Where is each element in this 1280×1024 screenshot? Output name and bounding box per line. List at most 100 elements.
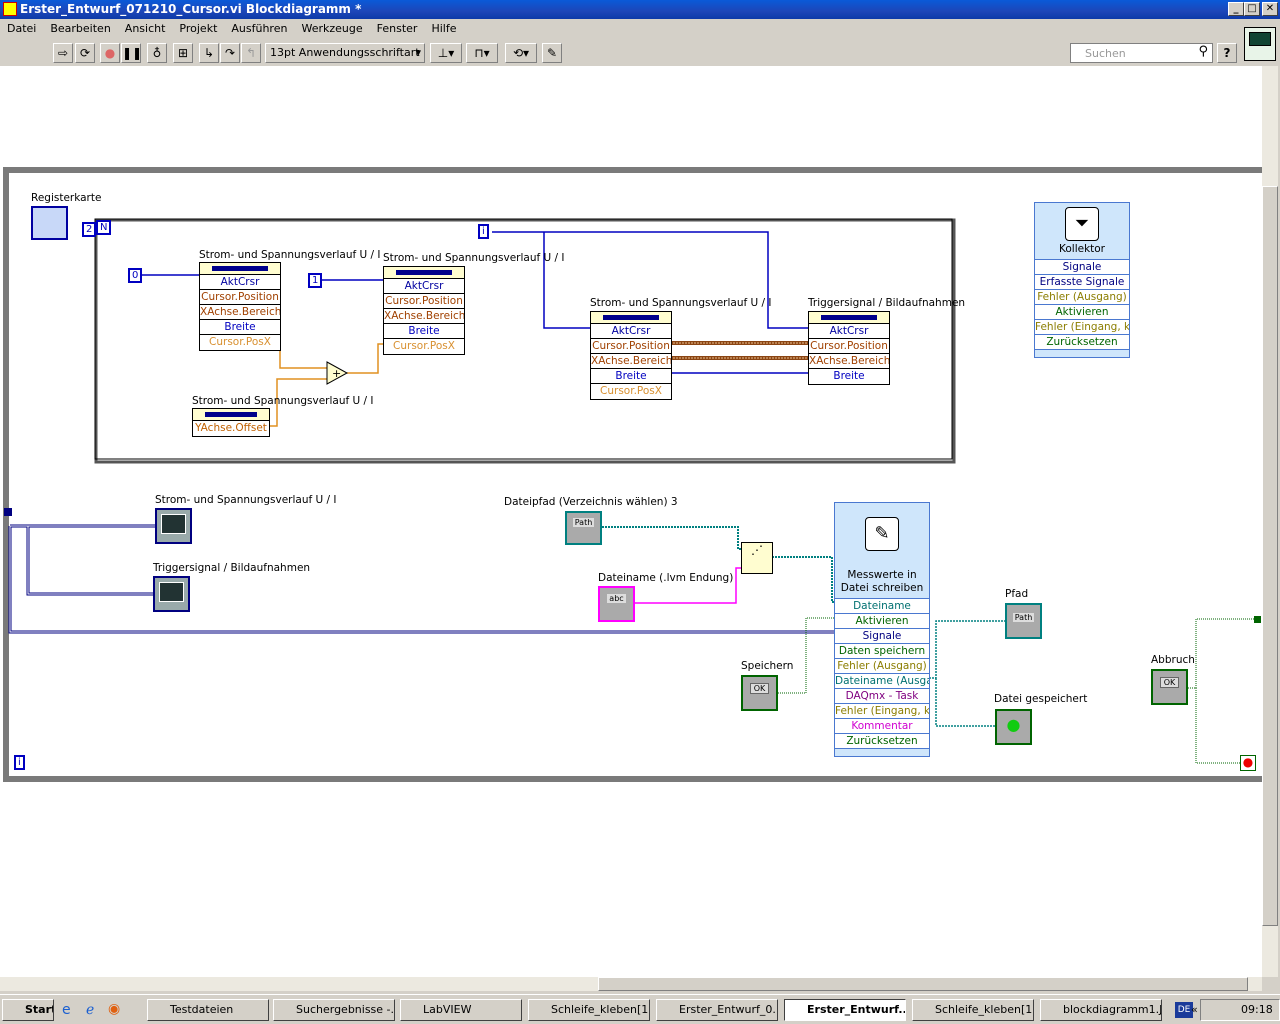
path-indicator-terminal[interactable]: Path	[1005, 603, 1042, 639]
run-continuously-icon[interactable]: ⟳	[75, 43, 95, 63]
taskbar-item[interactable]: Suchergebnisse -...	[273, 999, 395, 1021]
firefox-icon[interactable]: ◉	[108, 1001, 120, 1017]
property-node-1[interactable]: AktCrsr Cursor.Position XAchse.Bereich B…	[199, 262, 281, 351]
property-row[interactable]: Cursor.PosX	[591, 384, 671, 399]
express-vi-row[interactable]: Fehler (Eingang, k	[835, 703, 929, 718]
property-row[interactable]: Cursor.PosX	[200, 335, 280, 350]
menu-bearbeiten[interactable]: Bearbeiten	[43, 20, 117, 40]
express-vi-row[interactable]: Dateiname	[835, 598, 929, 613]
step-into-icon[interactable]: ↳	[199, 43, 219, 63]
taskbar-item-active[interactable]: Erster_Entwurf...	[784, 999, 906, 1021]
numeric-constant-1[interactable]: 1	[308, 273, 323, 288]
menu-fenster[interactable]: Fenster	[370, 20, 425, 40]
taskbar-item[interactable]: Testdateien	[147, 999, 269, 1021]
minimize-button[interactable]: _	[1228, 2, 1244, 16]
property-row[interactable]: XAchse.Bereich	[591, 354, 671, 369]
ie-icon[interactable]: e	[62, 1002, 71, 1018]
stop-condition-icon[interactable]: ●	[1240, 755, 1256, 771]
step-out-icon[interactable]: ↰	[241, 43, 261, 63]
file-saved-led-terminal[interactable]: ●	[995, 709, 1032, 745]
express-vi-row[interactable]: Erfasste Signale	[1035, 274, 1129, 289]
start-button[interactable]: Start	[2, 999, 54, 1021]
font-select[interactable]: 13pt Anwendungsschriftart ▾	[265, 43, 425, 63]
property-row[interactable]: YAchse.Offset	[193, 421, 269, 436]
vi-icon[interactable]	[1244, 27, 1276, 61]
distribute-icon[interactable]: ⊓▾	[466, 43, 498, 63]
express-vi-row[interactable]: Aktivieren	[1035, 304, 1129, 319]
align-icon[interactable]: ⊥▾	[430, 43, 462, 63]
search-icon[interactable]: ⚲	[1198, 44, 1208, 59]
property-row[interactable]: Breite	[200, 320, 280, 335]
express-vi-row[interactable]: DAQmx - Task	[835, 688, 929, 703]
express-vi-row[interactable]: Signale	[835, 628, 929, 643]
abort-button-terminal[interactable]: OK	[1151, 669, 1188, 705]
express-vi-row[interactable]: Fehler (Eingang, k	[1035, 319, 1129, 334]
menu-ausfuehren[interactable]: Ausführen	[224, 20, 294, 40]
property-row[interactable]: Cursor.PosX	[384, 339, 464, 354]
waveform-graph-terminal[interactable]	[153, 576, 190, 612]
maximize-button[interactable]: □	[1244, 2, 1260, 16]
express-vi-row[interactable]: Fehler (Ausgang)	[835, 658, 929, 673]
menu-ansicht[interactable]: Ansicht	[118, 20, 173, 40]
close-button[interactable]: ✕	[1262, 2, 1278, 16]
abort-icon[interactable]: ●	[100, 43, 120, 63]
property-row[interactable]: Breite	[809, 369, 889, 384]
kollektor-express-vi[interactable]: ⏷ Kollektor Signale Erfasste Signale Feh…	[1034, 202, 1130, 358]
reorder-icon[interactable]: ⟲▾	[505, 43, 537, 63]
cleanup-icon[interactable]: ✎	[542, 43, 562, 63]
retain-wire-values-icon[interactable]: ⊞	[173, 43, 193, 63]
property-row[interactable]: Breite	[591, 369, 671, 384]
taskbar-item[interactable]: Schleife_kleben[1...	[528, 999, 650, 1021]
menu-datei[interactable]: Datei	[0, 20, 43, 40]
express-vi-row[interactable]: Daten speichern	[835, 643, 929, 658]
string-control-terminal[interactable]: abc	[598, 586, 635, 622]
express-vi-row[interactable]: Zurücksetzen	[1035, 334, 1129, 349]
property-row[interactable]: XAchse.Bereich	[384, 309, 464, 324]
pause-icon[interactable]: ❚❚	[121, 43, 142, 63]
express-vi-row[interactable]: Fehler (Ausgang)	[1035, 289, 1129, 304]
property-row[interactable]: AktCrsr	[809, 324, 889, 339]
help-button[interactable]: ?	[1217, 43, 1237, 63]
build-path-node[interactable]: ⋰	[741, 542, 773, 574]
run-arrow-icon[interactable]: ⇨	[53, 43, 73, 63]
property-row[interactable]: AktCrsr	[591, 324, 671, 339]
ie-icon[interactable]: ℯ	[86, 1002, 94, 1018]
property-node-5[interactable]: YAchse.Offset	[192, 408, 270, 437]
menu-hilfe[interactable]: Hilfe	[424, 20, 463, 40]
property-node-3[interactable]: AktCrsr Cursor.Position XAchse.Bereich B…	[590, 311, 672, 400]
vertical-scrollbar[interactable]	[1262, 66, 1278, 977]
path-control-terminal[interactable]: Path	[565, 511, 602, 545]
property-row[interactable]: XAchse.Bereich	[809, 354, 889, 369]
search-input[interactable]: Suchen ⚲	[1070, 43, 1213, 63]
property-row[interactable]: AktCrsr	[384, 279, 464, 294]
property-node-2[interactable]: AktCrsr Cursor.Position XAchse.Bereich B…	[383, 266, 465, 355]
property-node-4[interactable]: AktCrsr Cursor.Position XAchse.Bereich B…	[808, 311, 890, 385]
property-row[interactable]: Cursor.Position	[384, 294, 464, 309]
loop-count-constant[interactable]: 2	[82, 222, 97, 237]
taskbar-item[interactable]: Erster_Entwurf_0...	[656, 999, 778, 1021]
taskbar-item[interactable]: Schleife_kleben[1...	[912, 999, 1034, 1021]
property-row[interactable]: XAchse.Bereich	[200, 305, 280, 320]
highlight-execution-icon[interactable]: ♁	[147, 43, 167, 63]
property-row[interactable]: Cursor.Position	[809, 339, 889, 354]
tab-control-terminal[interactable]	[31, 206, 68, 240]
express-vi-row[interactable]: Signale	[1035, 259, 1129, 274]
property-row[interactable]: AktCrsr	[200, 275, 280, 290]
write-measurement-file-express-vi[interactable]: ✎ Messwerte in Datei schreiben Dateiname…	[834, 502, 930, 757]
express-vi-row[interactable]: Aktivieren	[835, 613, 929, 628]
express-vi-row[interactable]: Kommentar	[835, 718, 929, 733]
property-row[interactable]: Cursor.Position	[591, 339, 671, 354]
step-over-icon[interactable]: ↷	[220, 43, 240, 63]
menu-projekt[interactable]: Projekt	[172, 20, 224, 40]
chevron-left-icon[interactable]: «	[1191, 1000, 1198, 1020]
numeric-constant-0[interactable]: 0	[128, 268, 143, 283]
menu-werkzeuge[interactable]: Werkzeuge	[294, 20, 369, 40]
express-vi-row[interactable]: Zurücksetzen	[835, 733, 929, 748]
taskbar-item[interactable]: blockdiagramm1.J...	[1040, 999, 1162, 1021]
property-row[interactable]: Cursor.Position	[200, 290, 280, 305]
express-vi-row[interactable]: Dateiname (Ausga	[835, 673, 929, 688]
property-row[interactable]: Breite	[384, 324, 464, 339]
taskbar-item[interactable]: LabVIEW	[400, 999, 522, 1021]
save-button-terminal[interactable]: OK	[741, 675, 778, 711]
horizontal-scrollbar[interactable]	[0, 977, 1262, 991]
